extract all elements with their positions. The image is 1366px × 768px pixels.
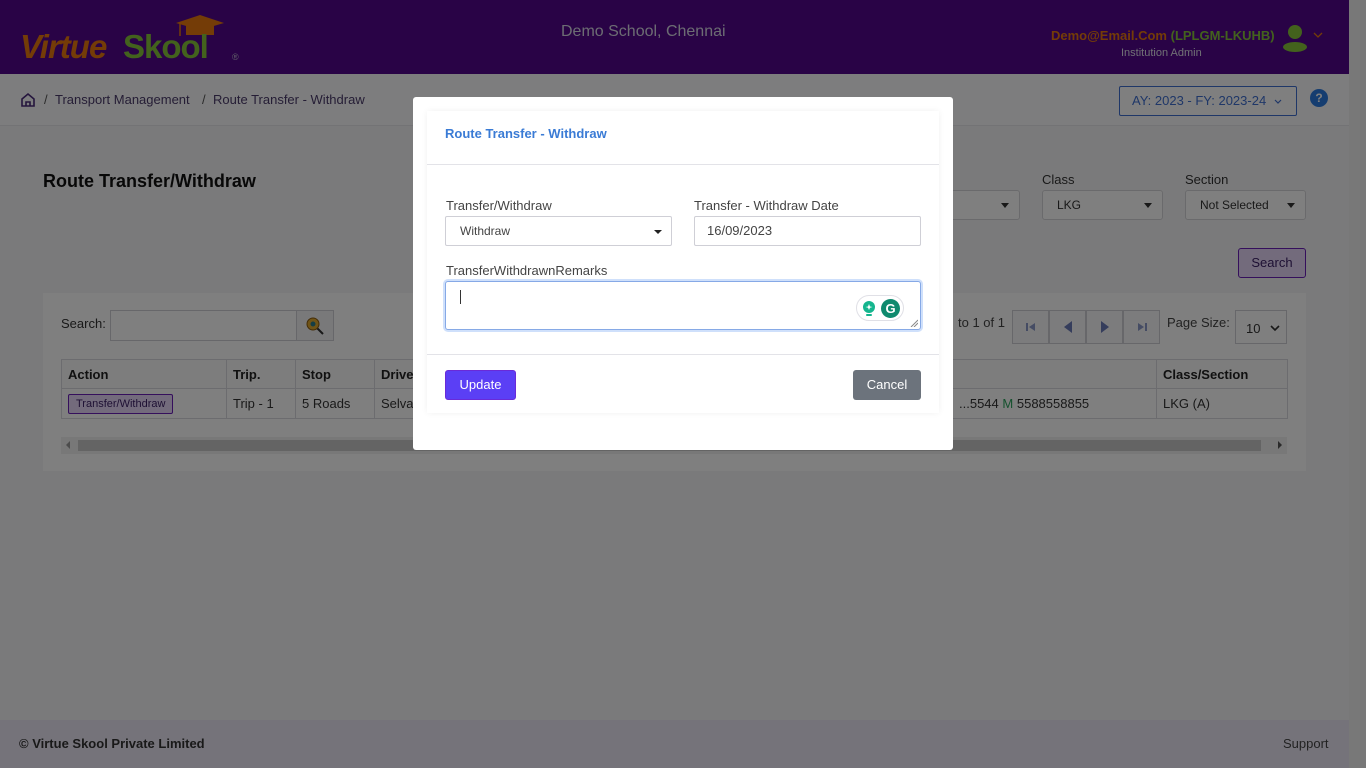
modal-card (427, 111, 939, 413)
transfer-withdraw-value: Withdraw (460, 224, 511, 238)
resize-grip-icon[interactable] (910, 319, 918, 327)
withdraw-date-label: Transfer - Withdraw Date (694, 198, 839, 213)
remarks-textarea[interactable]: G (445, 281, 921, 330)
modal-footer-divider (427, 354, 939, 355)
modal-title: Route Transfer - Withdraw (445, 126, 607, 141)
transfer-withdraw-select[interactable]: Withdraw (445, 216, 672, 246)
text-cursor (460, 290, 461, 304)
update-button[interactable]: Update (445, 370, 516, 400)
lightbulb-icon[interactable] (862, 301, 876, 317)
withdraw-date-input[interactable]: 16/09/2023 (694, 216, 921, 246)
remarks-label: TransferWithdrawnRemarks (446, 263, 608, 278)
modal-header-divider (427, 164, 939, 165)
caret-down-icon (654, 230, 662, 234)
grammarly-widget[interactable]: G (856, 295, 904, 321)
cancel-button[interactable]: Cancel (853, 370, 921, 400)
grammarly-icon[interactable]: G (881, 299, 900, 318)
transfer-withdraw-label: Transfer/Withdraw (446, 198, 552, 213)
